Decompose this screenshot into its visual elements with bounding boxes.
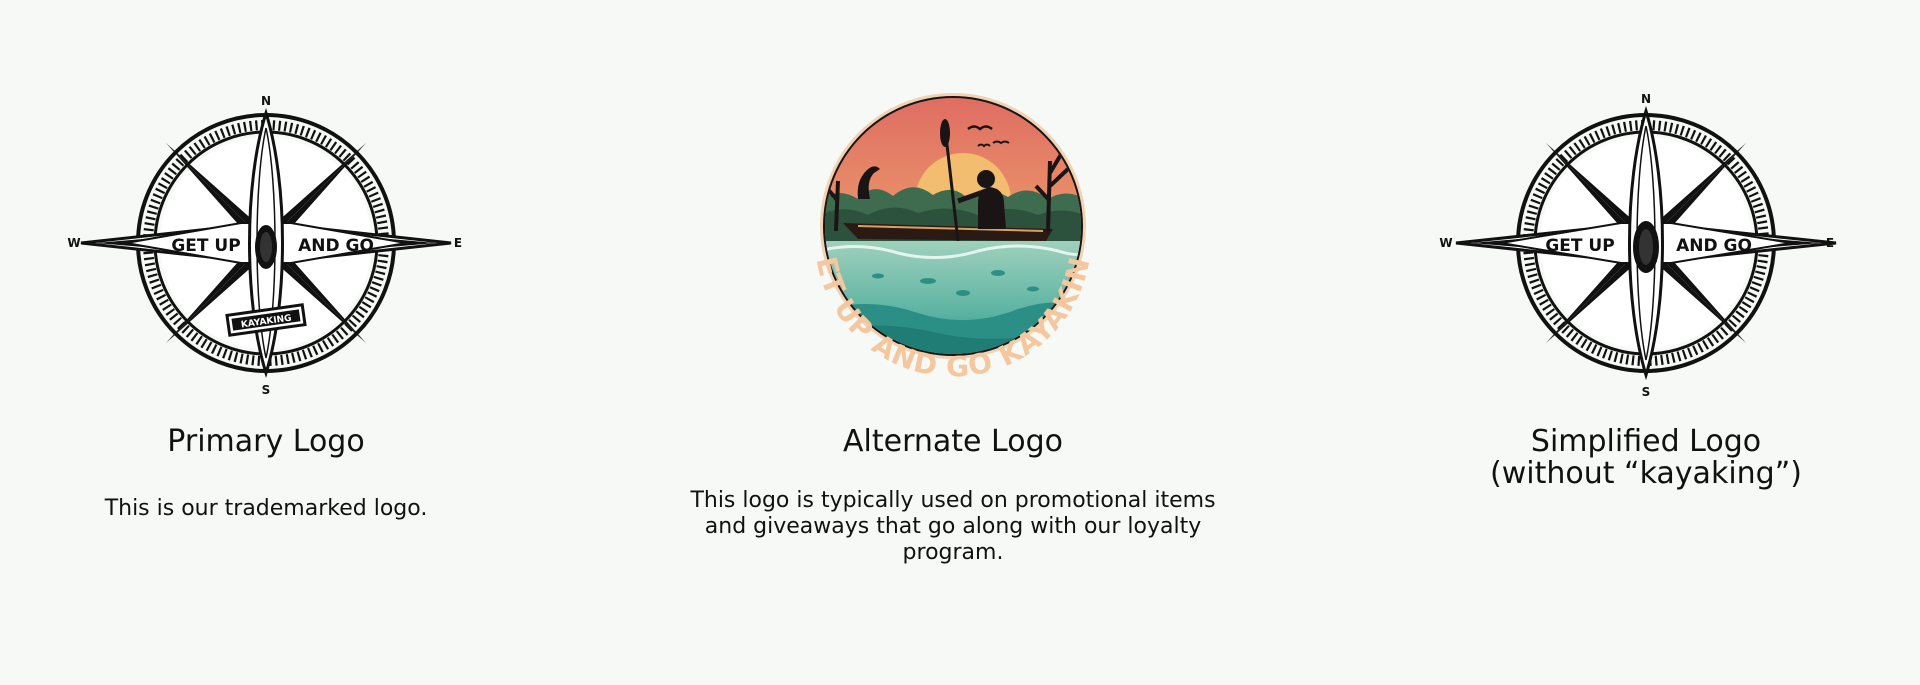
simplified-logo-title: Simplified Logo (without “kayaking”) (1430, 426, 1862, 490)
primary-badge-right: AND GO (298, 236, 374, 256)
compass-n: N (1641, 92, 1651, 106)
compass-w: W (1439, 236, 1452, 250)
compass-s: S (1642, 385, 1651, 398)
alternate-logo-title: Alternate Logo (843, 424, 1063, 459)
compass-n: N (261, 94, 271, 108)
compass-e: E (1826, 236, 1834, 250)
primary-badge-left: GET UP (171, 236, 240, 256)
compass-s: S (262, 383, 271, 397)
simplified-badge-right: AND GO (1676, 236, 1752, 256)
primary-logo-description: This is our trademarked logo. (104, 496, 428, 521)
alternate-logo-description: This logo is typically used on promotion… (690, 488, 1216, 565)
compass-e: E (454, 236, 462, 250)
simplified-logo-title-line2: (without “kayaking”) (1490, 456, 1802, 491)
compass-w: W (67, 236, 80, 250)
simplified-logo-title-line1: Simplified Logo (1530, 424, 1762, 459)
simplified-logo-image: GET UP AND GO N S W E (1439, 92, 1837, 398)
alternate-logo-image: GET UP AND GO KAYAKING (788, 85, 1096, 384)
simplified-badge-left: GET UP (1545, 236, 1614, 256)
primary-logo-title: Primary Logo (167, 424, 365, 459)
primary-logo-image: GET UP AND GO KAYAKING N S W E (67, 94, 462, 397)
